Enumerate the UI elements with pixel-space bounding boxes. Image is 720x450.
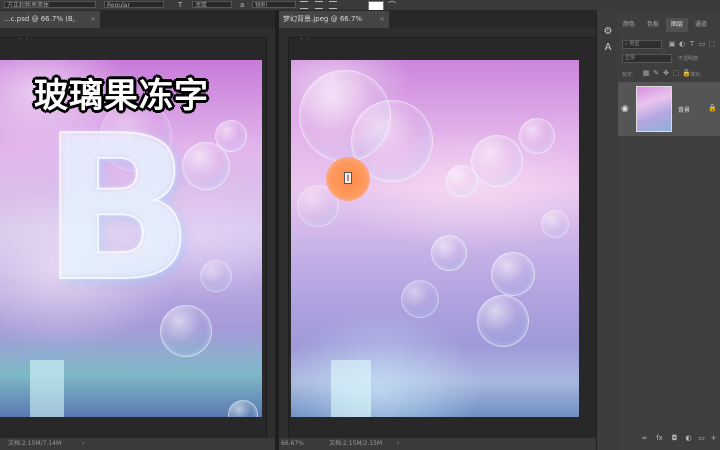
- align-right-icon[interactable]: [329, 1, 338, 9]
- tab-document-left[interactable]: ...c.psd @ 66.7% (B, RGB/8) ×: [0, 11, 100, 40]
- light-bokeh: [331, 360, 371, 417]
- bubble: [431, 235, 467, 271]
- ruler-top-right: [279, 28, 596, 38]
- fill-label: 填充:: [690, 72, 702, 78]
- font-family-select[interactable]: 方正超粗黑简体: [4, 1, 96, 8]
- new-group-icon[interactable]: ▭: [697, 434, 706, 443]
- lock-image-icon[interactable]: ✎: [652, 69, 660, 77]
- eye-icon[interactable]: ◉: [621, 104, 629, 114]
- layer-thumbnail: [636, 86, 672, 132]
- ruler-top-left: [0, 28, 275, 38]
- character-icon[interactable]: A: [602, 42, 614, 54]
- bubble: [200, 260, 232, 292]
- tab-swatches[interactable]: 色板: [642, 18, 664, 32]
- lock-transparent-icon[interactable]: ▦: [642, 69, 650, 77]
- lock-label: 锁定:: [622, 72, 634, 78]
- filter-smart-icon[interactable]: ⬚: [708, 40, 716, 48]
- filter-shape-icon[interactable]: ▭: [698, 40, 706, 48]
- lock-position-icon[interactable]: ✥: [662, 69, 670, 77]
- align-center-icon[interactable]: [314, 1, 323, 9]
- align-left-icon[interactable]: [300, 1, 308, 9]
- status-bar-left: 文档:2.15M/7.14M ›: [0, 438, 275, 450]
- canvas-right[interactable]: [291, 60, 579, 417]
- font-size-icon: T: [178, 1, 183, 9]
- align-buttons[interactable]: [300, 1, 342, 9]
- lock-all-icon[interactable]: 🔒: [682, 69, 691, 77]
- ruler-side-right: [279, 37, 289, 438]
- link-layers-icon[interactable]: ∞: [640, 434, 649, 443]
- glass-letter: B: [41, 93, 195, 326]
- new-layer-icon[interactable]: +: [709, 434, 718, 443]
- adjustment-layer-icon[interactable]: ◐: [684, 434, 693, 443]
- fx-icon[interactable]: fx: [655, 434, 664, 443]
- status-menu-arrow[interactable]: ›: [82, 438, 84, 450]
- tab-document-right[interactable]: 梦幻背景.jpeg @ 66.7%(RGB/8) ×: [279, 11, 389, 40]
- bubble: [215, 120, 247, 152]
- blend-mode-select[interactable]: 正常: [622, 54, 672, 63]
- status-menu-arrow[interactable]: ›: [397, 438, 399, 450]
- bubble: [228, 400, 258, 417]
- layer-name[interactable]: 背景: [678, 105, 690, 114]
- close-icon[interactable]: ×: [379, 11, 385, 28]
- history-icon[interactable]: ⚙: [602, 26, 614, 38]
- text-cursor-icon: I: [344, 172, 352, 184]
- antialias-select[interactable]: 锐利: [252, 1, 296, 8]
- tab-color[interactable]: 颜色: [618, 18, 640, 32]
- opacity-label: 不透明度:: [678, 56, 700, 62]
- bubble: [491, 252, 535, 296]
- bubble: [519, 118, 555, 154]
- add-mask-icon[interactable]: ◘: [670, 434, 679, 443]
- font-style-select[interactable]: Regular: [104, 1, 164, 8]
- filter-adjust-icon[interactable]: ◐: [678, 40, 686, 48]
- zoom-level[interactable]: 66.67%: [281, 438, 304, 450]
- light-bokeh: [30, 360, 64, 417]
- layer-filter-label: 类型: [629, 41, 640, 47]
- bubble: [541, 210, 569, 238]
- antialias-icon: a: [240, 1, 245, 9]
- lock-icon: 🔒: [708, 104, 717, 112]
- layers-panel: 颜色 色板 图层 通道 ⌕ 类型 ▣ ◐ T ▭ ⬚ 正常 不透明度: 锁定: …: [618, 10, 720, 450]
- bubble: [471, 135, 523, 187]
- layer-filter-select[interactable]: ⌕ 类型: [622, 40, 662, 49]
- filter-pixel-icon[interactable]: ▣: [668, 40, 676, 48]
- filter-type-icon[interactable]: T: [688, 40, 696, 48]
- document-size: 文档:2.15M/2.15M: [329, 440, 383, 447]
- bubble: [477, 295, 529, 347]
- status-bar-right: 66.67% 文档:2.15M/2.15M ›: [279, 438, 596, 450]
- tab-channels[interactable]: 通道: [690, 18, 712, 32]
- lock-artboard-icon[interactable]: ⬚: [672, 69, 680, 77]
- tab-layers[interactable]: 图层: [666, 18, 688, 32]
- close-icon[interactable]: ×: [90, 11, 96, 28]
- bubble: [446, 165, 478, 197]
- document-size: 文档:2.15M/7.14M: [8, 440, 62, 447]
- bubble: [401, 280, 439, 318]
- font-size-select[interactable]: 浑厚: [192, 1, 232, 8]
- panel-tool-strip: ⚙ A: [596, 10, 620, 450]
